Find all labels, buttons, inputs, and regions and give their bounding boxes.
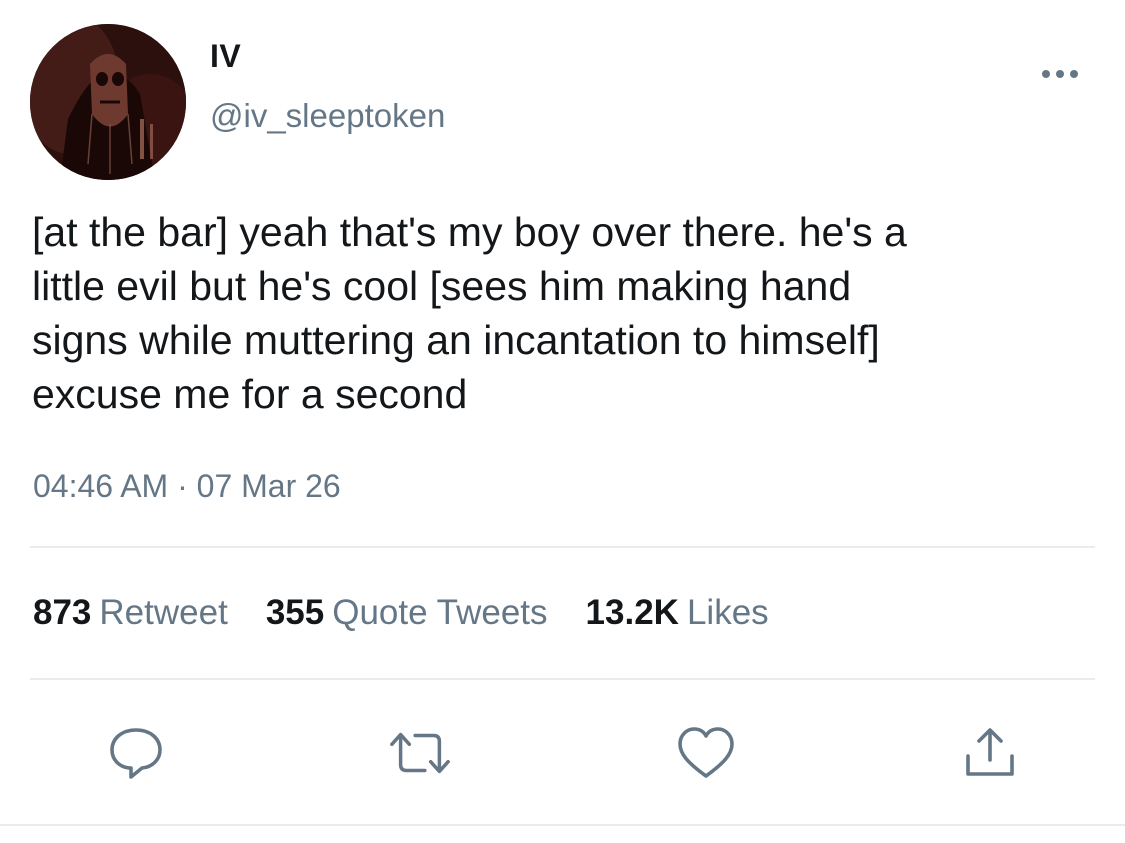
reply-button[interactable] [104, 723, 168, 783]
more-horizontal-icon [1042, 70, 1078, 78]
quote-tweets-link[interactable]: 355 Quote Tweets [266, 593, 548, 633]
divider [30, 546, 1095, 548]
share-upload-icon [966, 728, 1014, 776]
share-button[interactable] [958, 723, 1022, 783]
divider [30, 678, 1095, 680]
more-options-button[interactable] [1035, 56, 1085, 92]
like-button[interactable] [674, 723, 738, 783]
engagement-stats: 873 Retweet 355 Quote Tweets 13.2K Likes [33, 593, 769, 633]
retweet-arrows-icon [390, 732, 450, 774]
tweet-timestamp[interactable]: 04:46 AM · 07 Mar 26 [33, 468, 341, 505]
retweet-label: Retweet [99, 593, 228, 632]
masked-figure-avatar-image [30, 24, 186, 180]
divider [0, 824, 1125, 826]
likes-link[interactable]: 13.2K Likes [586, 593, 769, 633]
retweet-count: 873 [33, 593, 92, 632]
user-handle[interactable]: @iv_sleeptoken [210, 97, 445, 135]
display-name[interactable]: IV [210, 38, 241, 75]
reply-bubble-icon [110, 728, 162, 779]
retweet-count-link[interactable]: 873 Retweet [33, 593, 228, 633]
quote-count: 355 [265, 593, 325, 632]
likes-count: 13.2K [585, 593, 679, 632]
tweet-text: [at the bar] yeah that's my boy over the… [32, 209, 907, 417]
avatar[interactable] [30, 24, 186, 180]
quote-label: Quote Tweets [332, 593, 548, 632]
heart-outline-icon [678, 727, 734, 778]
likes-label: Likes [686, 593, 769, 632]
retweet-button[interactable] [388, 723, 452, 783]
